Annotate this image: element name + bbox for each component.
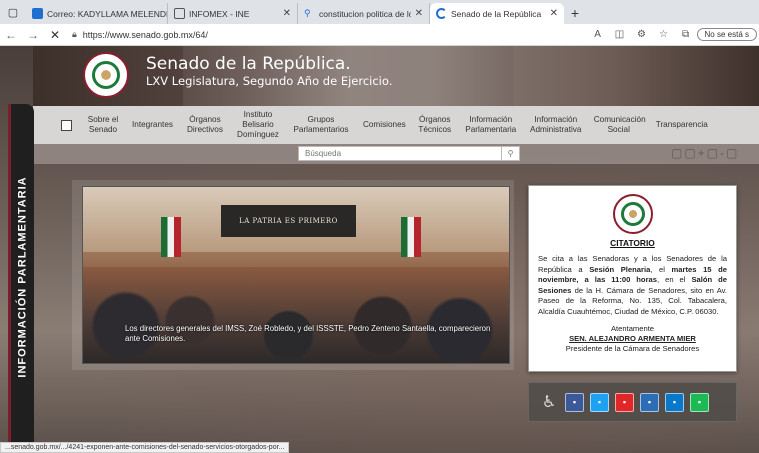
- close-icon[interactable]: ✕: [415, 8, 423, 19]
- new-tab-button[interactable]: +: [564, 2, 586, 24]
- podium-text: LA PATRIA ES PRIMERO: [239, 217, 338, 225]
- nav-item-transparencia[interactable]: Transparencia: [650, 120, 714, 130]
- social-links-panel: ♿︎ ▪ ▪ ▪ ▪ ▪ ▪: [528, 382, 737, 422]
- nav-item-integrantes[interactable]: Integrantes: [126, 120, 179, 130]
- read-aloud-icon[interactable]: A: [587, 29, 609, 40]
- tab-label: INFOMEX - INE: [189, 8, 250, 19]
- back-icon[interactable]: ←: [0, 24, 22, 46]
- tab-actions-icon[interactable]: ▢: [0, 0, 26, 24]
- accessibility-icons[interactable]: ▢▢+▢-▢: [671, 146, 739, 160]
- citatorio-notice: CITATORIO Se cita a las Senadoras y a lo…: [528, 185, 737, 372]
- senate-seal-icon: [612, 194, 653, 234]
- nav-item-comunicacion-social[interactable]: Comunicación Social: [588, 115, 650, 135]
- spotify-icon[interactable]: ▪: [690, 392, 709, 412]
- page-icon: [174, 8, 185, 19]
- search-input[interactable]: [298, 146, 520, 161]
- profile-sync-button[interactable]: No se está s: [696, 28, 757, 41]
- facebook-icon[interactable]: ▪: [565, 392, 584, 412]
- carousel-photo[interactable]: LA PATRIA ES PRIMERO Los directores gene…: [82, 186, 510, 364]
- notice-signer: SEN. ALEJANDRO ARMENTA MIER: [569, 334, 696, 343]
- chamber-crowd: [83, 267, 509, 363]
- mexican-flag-icon: [161, 217, 181, 257]
- youtube-icon[interactable]: ▪: [615, 392, 634, 412]
- url-field[interactable]: 🔒︎ https://www.senado.gob.mx/64/: [66, 26, 587, 44]
- outlook-icon: [32, 8, 43, 19]
- main-navigation: Sobre el Senado Integrantes Órganos Dire…: [33, 106, 759, 144]
- url-text: https://www.senado.gob.mx/64/: [82, 29, 208, 40]
- notice-body: Se cita a las Senadoras y a los Senadore…: [538, 254, 727, 316]
- nav-item-grupos-parlamentarios[interactable]: Grupos Parlamentarios: [285, 115, 357, 135]
- search-button[interactable]: ⚲: [501, 146, 520, 161]
- close-icon[interactable]: ✕: [283, 8, 291, 19]
- nav-item-sobre-el-senado[interactable]: Sobre el Senado: [80, 115, 126, 135]
- search-icon: ⚲: [304, 8, 311, 18]
- notice-signer-role: Presidente de la Cámara de Senadores: [565, 344, 700, 353]
- site-title[interactable]: Senado de la República.: [146, 54, 351, 74]
- browser-tab-1[interactable]: Correo: KADYLLAMA MELENDEZ ✕: [26, 3, 168, 24]
- carousel-caption[interactable]: Los directores generales del IMSS, Zoé R…: [125, 324, 505, 344]
- page-content: Senado de la República. LXV Legislatura,…: [0, 46, 759, 453]
- browser-tab-2[interactable]: INFOMEX - INE ✕: [168, 3, 298, 24]
- lock-icon: 🔒︎: [72, 29, 77, 39]
- linkedin-icon[interactable]: ▪: [665, 392, 684, 412]
- browser-tab-3[interactable]: ⚲ constitucion politica de los estado ✕: [298, 3, 430, 24]
- app-icon[interactable]: ◫: [609, 29, 631, 40]
- nav-item-organos-tecnicos[interactable]: Órganos Técnicos: [412, 115, 458, 135]
- notice-closing: Atentamente: [610, 324, 655, 333]
- search-bar: ⚲ ▢▢+▢-▢: [33, 144, 759, 164]
- collections-icon[interactable]: ⧉: [675, 29, 697, 40]
- side-tab-label: INFORMACIÓN PARLAMENTARIA: [16, 175, 29, 378]
- browser-tab-active[interactable]: Senado de la República ✕: [430, 3, 564, 24]
- chamber-podium: LA PATRIA ES PRIMERO: [221, 205, 356, 237]
- favorite-icon[interactable]: ☆: [653, 29, 675, 40]
- extensions-icon[interactable]: ⚙: [631, 29, 653, 40]
- site-header: Senado de la República. LXV Legislatura,…: [33, 46, 759, 106]
- nav-item-instituto-belisario[interactable]: Instituto Belisario Domínguez: [231, 110, 285, 140]
- forward-icon[interactable]: →: [22, 24, 44, 46]
- nav-item-organos-directivos[interactable]: Órganos Directivos: [179, 115, 231, 135]
- notice-title: CITATORIO: [610, 238, 655, 248]
- close-icon[interactable]: ✕: [550, 8, 558, 19]
- nav-item-comisiones[interactable]: Comisiones: [357, 120, 412, 130]
- address-bar: ← → ✕ 🔒︎ https://www.senado.gob.mx/64/ A…: [0, 24, 759, 46]
- menu-toggle-checkbox[interactable]: [61, 119, 72, 131]
- accessibility-icon[interactable]: ♿︎: [539, 392, 559, 412]
- informacion-parlamentaria-side-tab[interactable]: INFORMACIÓN PARLAMENTARIA: [8, 104, 34, 449]
- nav-item-informacion-parlamentaria[interactable]: Información Parlamentaria: [458, 115, 524, 135]
- tab-label: Correo: KADYLLAMA MELENDEZ: [47, 8, 168, 19]
- site-subtitle: LXV Legislatura, Segundo Año de Ejercici…: [146, 74, 393, 88]
- notice-signature: Atentamente SEN. ALEJANDRO ARMENTA MIER …: [538, 324, 727, 354]
- instagram-icon[interactable]: ▪: [640, 392, 659, 412]
- tab-label: Senado de la República: [451, 8, 542, 19]
- status-bar-url: ...senado.gob.mx/.../4241-exponen-ante-c…: [0, 442, 290, 453]
- nav-item-informacion-administrativa[interactable]: Información Administrativa: [524, 115, 588, 135]
- mexican-flag-icon: [401, 217, 421, 257]
- twitter-icon[interactable]: ▪: [590, 392, 609, 412]
- stop-icon[interactable]: ✕: [44, 24, 66, 46]
- loading-icon: [436, 8, 447, 19]
- browser-tabstrip: ▢ Correo: KADYLLAMA MELENDEZ ✕ INFOMEX -…: [0, 0, 759, 24]
- tab-label: constitucion politica de los estado: [319, 8, 411, 19]
- senate-seal-logo[interactable]: [83, 52, 129, 98]
